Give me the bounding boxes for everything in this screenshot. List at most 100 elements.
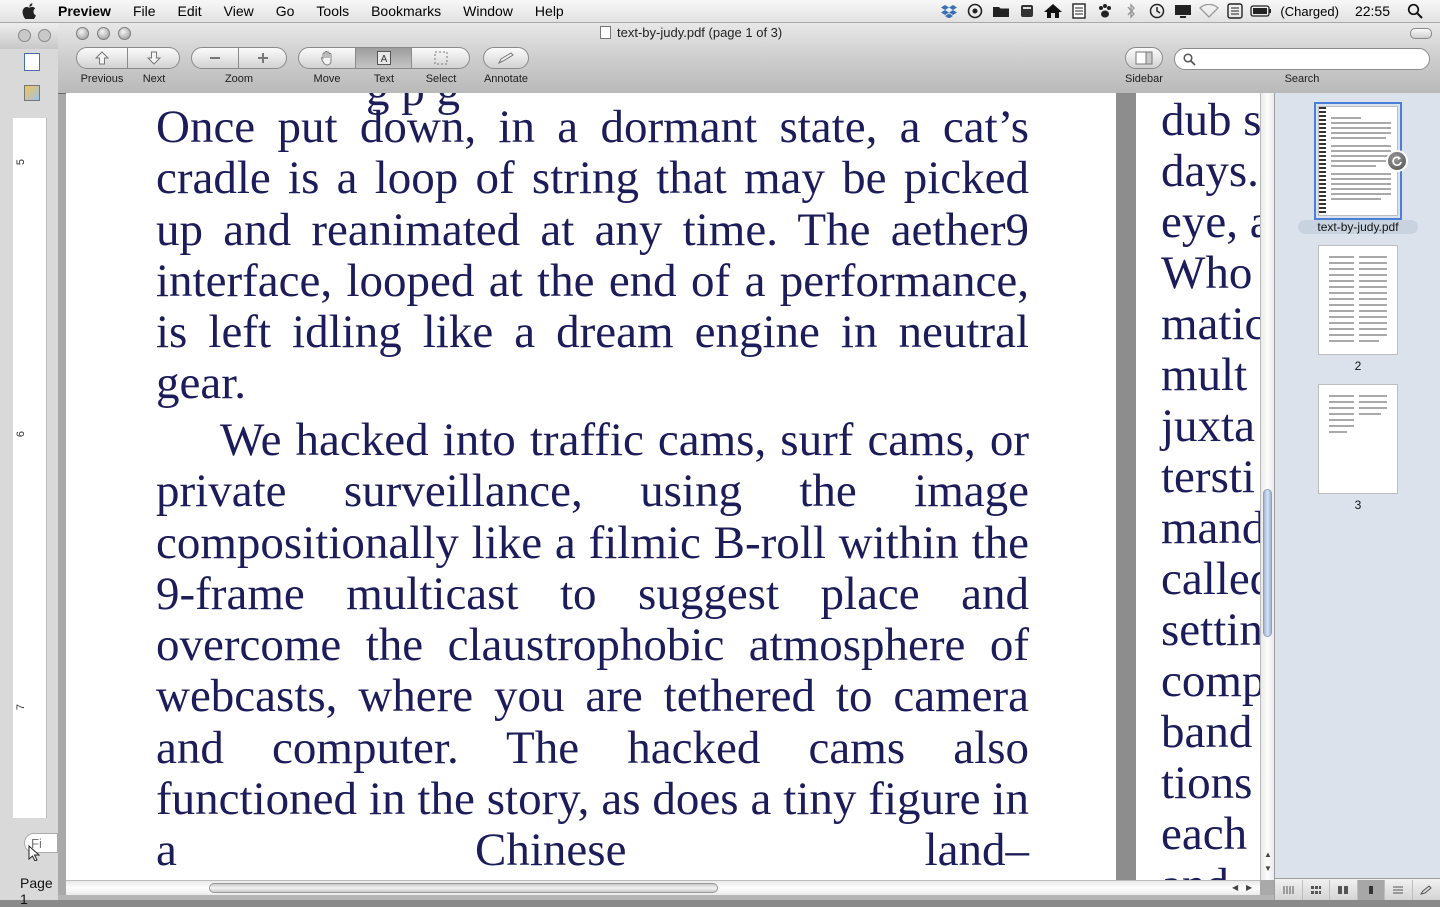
page2-line: comp — [1161, 655, 1260, 707]
scroll-left-arrow-icon[interactable]: ◀ — [1232, 883, 1238, 892]
wifi-icon[interactable] — [1198, 0, 1220, 22]
keyboard-icon[interactable] — [1224, 0, 1246, 22]
sync-icon[interactable] — [964, 0, 986, 22]
search-input[interactable] — [1201, 51, 1425, 69]
scroll-up-arrow-icon[interactable]: ▲ — [1264, 850, 1272, 859]
stack-icon[interactable] — [1016, 0, 1038, 22]
column-view-icon[interactable] — [1275, 879, 1303, 900]
apple-menu-icon[interactable] — [20, 2, 38, 20]
zoom-in-button[interactable] — [239, 47, 287, 69]
image-icon[interactable] — [24, 85, 40, 101]
page2-line: mult — [1161, 349, 1248, 401]
pdf-page-1[interactable]: g p g Once put down, in a dormant state,… — [66, 93, 1116, 880]
page2-line: mand — [1161, 502, 1260, 554]
minimize-button[interactable] — [97, 27, 110, 40]
text-cursor-icon: A — [376, 51, 391, 65]
vertical-scroll-thumb[interactable] — [1263, 489, 1272, 637]
menu-bookmarks[interactable]: Bookmarks — [360, 0, 452, 22]
paragraph-2: We hacked into traffic cams, surf cams, … — [156, 414, 1029, 877]
pdf-page-2-partial[interactable]: dub s days. eye, a Who matic mult juxta … — [1136, 93, 1260, 880]
plus-icon — [257, 53, 268, 63]
thumbnail-label: text-by-judy.pdf — [1298, 220, 1418, 234]
bluetooth-icon[interactable] — [1120, 0, 1142, 22]
select-label: Select — [425, 73, 457, 85]
menu-view[interactable]: View — [213, 0, 265, 22]
menu-window[interactable]: Window — [452, 0, 524, 22]
document-view[interactable]: g p g Once put down, in a dormant state,… — [66, 93, 1260, 880]
previous-button[interactable] — [76, 47, 128, 69]
background-window[interactable]: Pr 5 6 7 Page 1 — [0, 23, 69, 907]
next-button[interactable] — [128, 47, 180, 69]
menu-file[interactable]: File — [122, 0, 167, 22]
thumbnail-page-3[interactable] — [1318, 384, 1398, 494]
page2-line: tersti — [1161, 451, 1255, 503]
battery-icon[interactable] — [1250, 0, 1272, 22]
search-field[interactable] — [1174, 48, 1430, 70]
menu-tools[interactable]: Tools — [305, 0, 360, 22]
page2-line: matic — [1161, 298, 1260, 350]
scroll-down-arrow-icon[interactable]: ▼ — [1264, 864, 1272, 873]
pencil-icon — [497, 52, 514, 65]
split-view-icon[interactable] — [1330, 879, 1358, 900]
background-window-titlebar — [0, 23, 58, 49]
thumbnail-view-icon[interactable] — [1357, 879, 1386, 900]
hand-icon — [321, 51, 332, 66]
zoom-out-button[interactable] — [191, 47, 239, 69]
move-tool-button[interactable] — [298, 47, 356, 69]
annotate-button[interactable] — [483, 47, 529, 69]
page2-line: tions — [1161, 757, 1253, 809]
menubar-clock[interactable]: 22:55 — [1345, 3, 1402, 19]
paragraph-1: Once put down, in a dormant state, a cat… — [156, 101, 1029, 410]
move-label: Move — [313, 73, 341, 85]
sidebar-icon — [1135, 51, 1153, 65]
page2-line: settin — [1161, 604, 1260, 656]
horizontal-scroll-thumb[interactable] — [209, 883, 718, 893]
spotlight-icon[interactable] — [1404, 0, 1426, 22]
thumbnail-label: 3 — [1354, 498, 1362, 512]
folder-icon[interactable] — [990, 0, 1012, 22]
menu-preview[interactable]: Preview — [50, 0, 122, 22]
menu-help[interactable]: Help — [524, 0, 575, 22]
paw-icon[interactable] — [1094, 0, 1116, 22]
home-icon[interactable] — [1042, 0, 1064, 22]
document-icon[interactable] — [24, 53, 40, 71]
minus-icon — [210, 57, 220, 59]
list-view-icon[interactable] — [1385, 879, 1413, 900]
sidebar-button[interactable] — [1125, 47, 1163, 69]
menu-go[interactable]: Go — [265, 0, 306, 22]
toolbar-toggle-button[interactable] — [1410, 28, 1432, 39]
zoom-button[interactable] — [118, 27, 131, 40]
thumbnail-sidebar[interactable]: text-by-judy.pdf 2 3 — [1274, 93, 1440, 878]
sidebar-pencil-icon[interactable] — [1413, 880, 1440, 900]
pdf-document-icon — [600, 26, 611, 39]
text-tool-button[interactable]: A — [356, 47, 412, 69]
time-machine-icon[interactable] — [1146, 0, 1168, 22]
battery-status-text: (Charged) — [1280, 3, 1339, 19]
background-minimize-button[interactable] — [38, 29, 51, 42]
window-controls — [76, 27, 131, 40]
vertical-scrollbar[interactable]: ▲ ▼ — [1260, 93, 1274, 880]
background-close-button[interactable] — [18, 29, 31, 42]
previous-label: Previous — [80, 73, 124, 85]
close-button[interactable] — [76, 27, 89, 40]
page2-line: band — [1161, 706, 1253, 758]
window-title: text-by-judy.pdf (page 1 of 3) — [600, 25, 782, 40]
ruler-tick: 5 — [15, 158, 28, 166]
rotate-action-icon[interactable] — [1386, 150, 1408, 172]
sidebar-label: Sidebar — [1125, 73, 1163, 85]
grid-view-icon[interactable] — [1303, 879, 1331, 900]
select-tool-button[interactable] — [412, 47, 470, 69]
ruler-tick: 6 — [15, 430, 28, 438]
thumbnail-page-2[interactable] — [1318, 245, 1398, 355]
annotate-group — [483, 47, 529, 69]
tool-mode-group: A — [298, 47, 470, 69]
dropbox-icon[interactable] — [938, 0, 960, 22]
page2-line: days. — [1161, 145, 1259, 197]
horizontal-scrollbar[interactable]: ◀ ▶ — [66, 880, 1260, 895]
scroll-right-arrow-icon[interactable]: ▶ — [1246, 883, 1252, 892]
display-icon[interactable] — [1172, 0, 1194, 22]
notes-icon[interactable] — [1068, 0, 1090, 22]
menu-edit[interactable]: Edit — [167, 0, 213, 22]
window-bottom-edge — [58, 895, 1440, 900]
ruler-tick: 7 — [15, 703, 28, 711]
